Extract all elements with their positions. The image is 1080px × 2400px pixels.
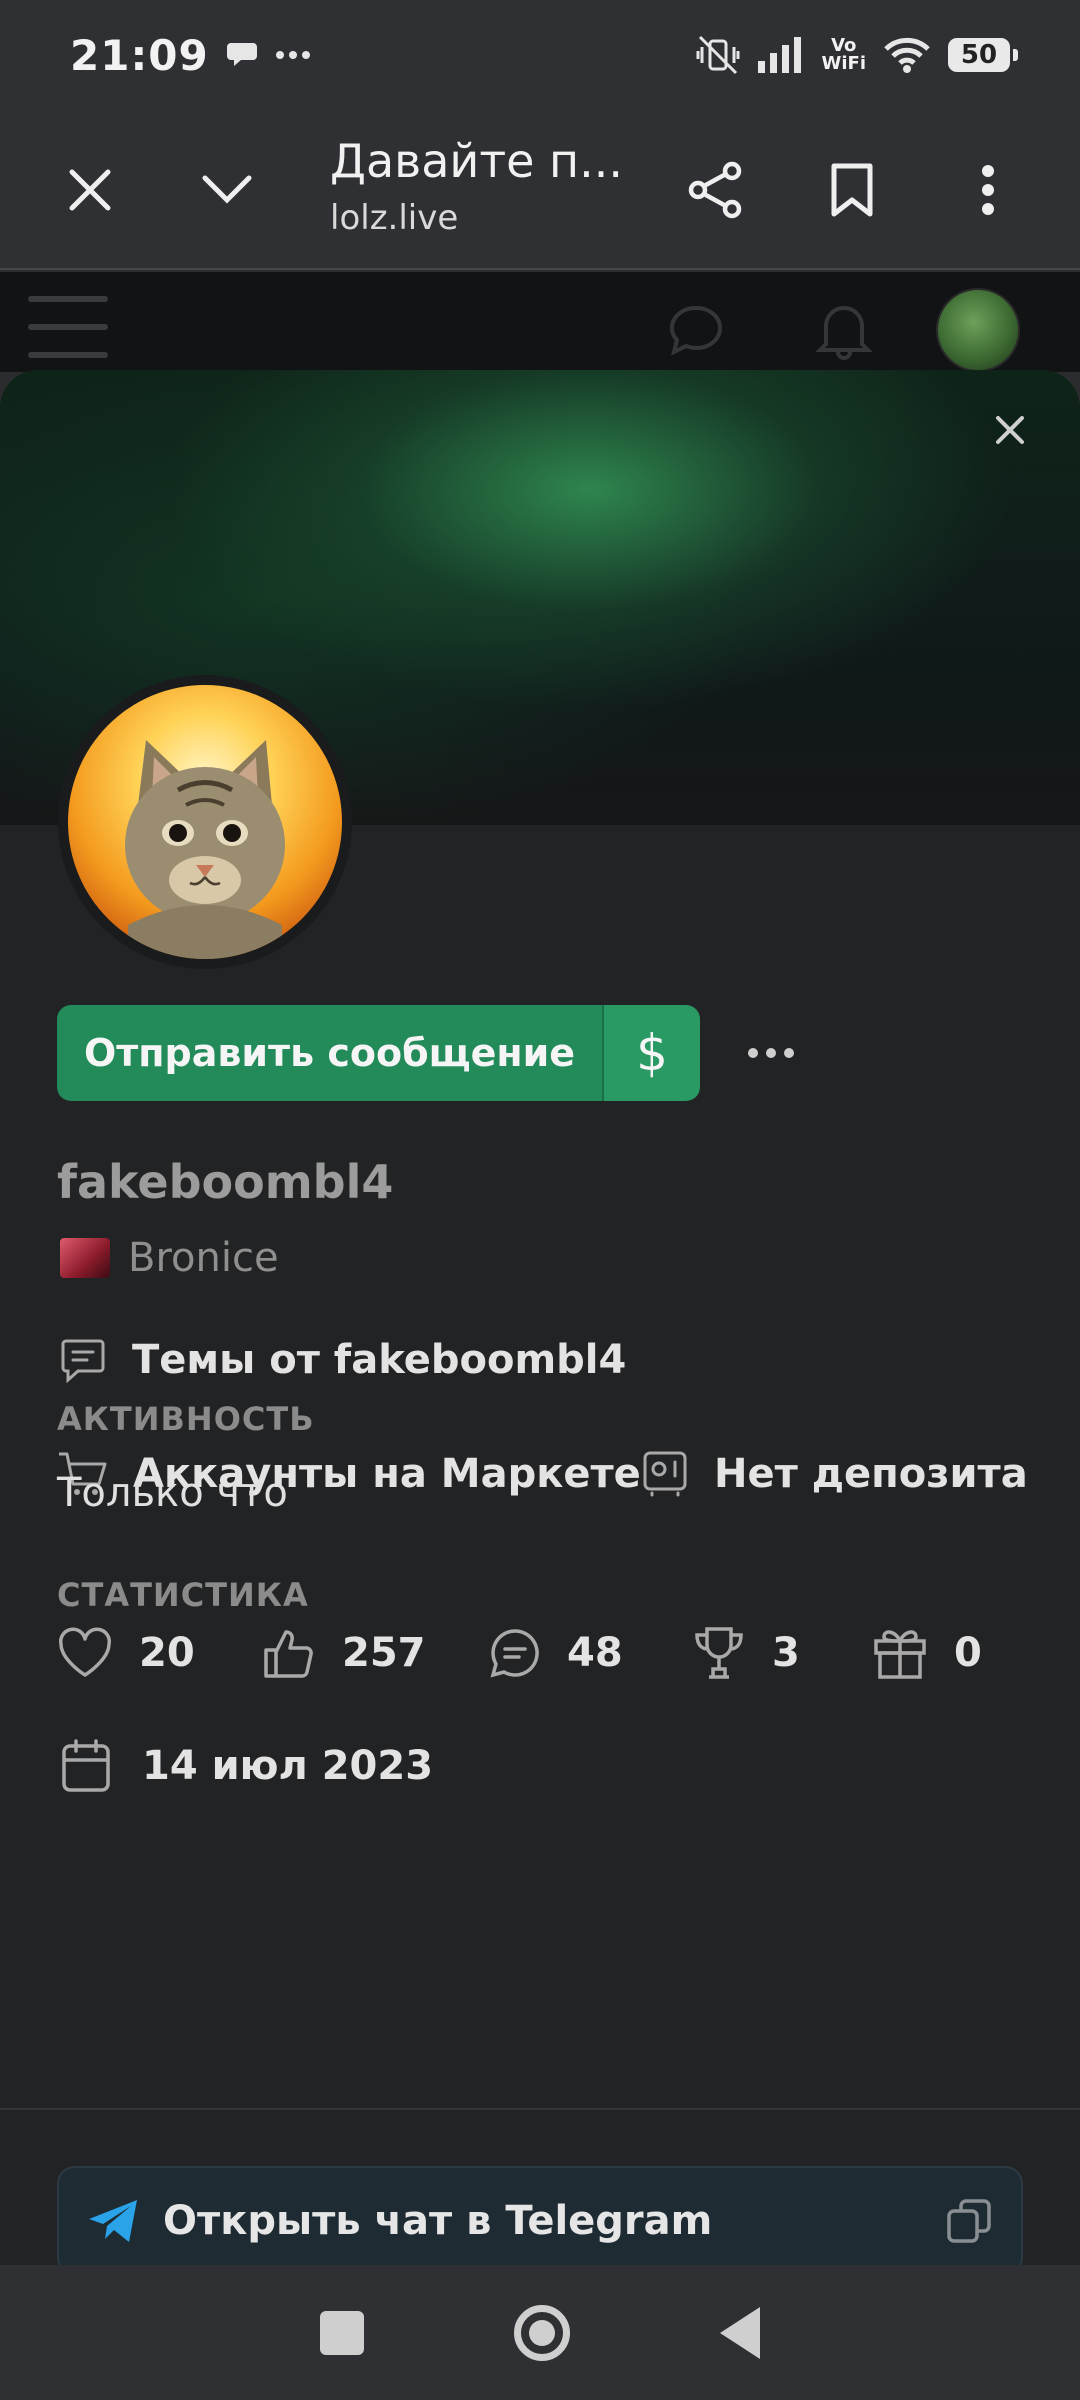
status-time: 21:09	[70, 30, 209, 80]
profile-avatar[interactable]	[68, 685, 342, 959]
page-title: Давайте п...	[330, 134, 623, 188]
dot-icon	[748, 1048, 758, 1058]
send-money-button[interactable]: $	[602, 1005, 700, 1101]
send-message-button[interactable]: Отправить сообщение	[57, 1005, 602, 1101]
status-bar: 21:09 Vo WiFi 50	[0, 0, 1080, 110]
recent-apps-button[interactable]	[320, 2310, 364, 2355]
deposit-status-label: Нет депозита	[714, 1451, 1028, 1497]
back-button[interactable]	[720, 2306, 760, 2359]
chevron-down-icon	[202, 175, 252, 204]
close-tab-button[interactable]	[30, 110, 150, 270]
threads-link-label: Темы от fakeboombl4	[132, 1337, 627, 1383]
wifi-icon	[884, 37, 930, 73]
activity-heading: АКТИВНОСТЬ	[57, 1400, 315, 1438]
page-domain: lolz.live	[330, 198, 459, 238]
share-button[interactable]	[656, 110, 776, 270]
cell-signal-icon	[757, 37, 801, 73]
close-profile-button[interactable]	[980, 400, 1040, 460]
site-header	[0, 272, 1080, 372]
vibrate-off-icon	[696, 35, 739, 75]
stat-likes-value: 20	[139, 1630, 195, 1676]
activity-value: Только что	[57, 1470, 288, 1516]
overflow-menu-button[interactable]	[928, 110, 1048, 270]
system-nav-bar	[0, 2265, 1080, 2400]
stat-likes[interactable]: 20	[57, 1627, 262, 1679]
minimize-button[interactable]	[167, 110, 287, 270]
threads-link[interactable]: Темы от fakeboombl4	[60, 1337, 626, 1383]
cat-avatar-image	[125, 740, 285, 959]
threads-icon	[61, 1339, 105, 1383]
profile-card: Отправить сообщение $ fakeboombl4 Bronic…	[0, 370, 1080, 2270]
stat-trophies-value: 3	[772, 1630, 800, 1676]
more-notifications-icon	[275, 51, 310, 59]
telegram-chat-button[interactable]: Открыть чат в Telegram	[57, 2166, 1023, 2270]
stat-messages-value: 48	[567, 1630, 623, 1676]
telegram-icon	[89, 2200, 137, 2242]
message-icon	[490, 1629, 539, 1678]
share-icon	[688, 161, 742, 219]
section-divider	[0, 2108, 1080, 2110]
stat-thumbs-value: 257	[342, 1630, 426, 1676]
gift-icon	[874, 1630, 926, 1679]
stats-heading: СТАТИСТИКА	[57, 1576, 309, 1614]
dot-icon	[784, 1048, 794, 1058]
rank-badge-icon	[60, 1238, 110, 1278]
hamburger-menu-icon[interactable]	[28, 294, 108, 360]
heart-icon	[59, 1627, 111, 1677]
stat-trophies[interactable]: 3	[692, 1625, 872, 1681]
profile-actions: Отправить сообщение $	[57, 1005, 806, 1101]
profile-avatar-frame	[58, 675, 352, 969]
stats-row: 20 257 48 3 0	[57, 1625, 982, 1681]
page-title-block[interactable]: Давайте п... lolz.live	[330, 134, 630, 238]
vertical-dots-icon	[982, 165, 994, 215]
user-avatar[interactable]	[936, 288, 1020, 372]
thumbs-up-icon	[264, 1630, 313, 1678]
more-actions-button[interactable]	[736, 1005, 806, 1101]
bookmark-button[interactable]	[792, 110, 912, 270]
dot-icon	[766, 1048, 776, 1058]
stat-thumbs[interactable]: 257	[262, 1626, 489, 1680]
stat-messages[interactable]: 48	[489, 1627, 692, 1679]
chat-bubble-notification-icon	[226, 43, 257, 66]
close-icon	[69, 169, 111, 211]
notifications-bell-icon[interactable]	[816, 300, 872, 360]
registration-date: 14 июл 2023	[60, 1738, 433, 1794]
conversations-icon[interactable]	[668, 304, 724, 356]
home-button[interactable]	[514, 2304, 570, 2361]
browser-toolbar: Давайте п... lolz.live	[0, 110, 1080, 270]
rank-label: Bronice	[128, 1235, 279, 1281]
safe-icon	[643, 1451, 687, 1497]
battery-indicator: 50	[948, 38, 1018, 72]
calendar-icon	[62, 1739, 110, 1792]
stat-gifts[interactable]: 0	[872, 1625, 982, 1681]
stat-gifts-value: 0	[954, 1630, 982, 1676]
deposit-status[interactable]: Нет депозита	[642, 1450, 1028, 1498]
registration-date-value: 14 июл 2023	[142, 1743, 434, 1789]
close-icon	[996, 416, 1024, 444]
trophy-icon	[695, 1627, 743, 1679]
username: fakeboombl4	[57, 1155, 394, 1209]
vowifi-indicator: Vo WiFi	[821, 35, 867, 74]
user-rank: Bronice	[60, 1235, 279, 1281]
bookmark-icon	[831, 163, 873, 217]
telegram-chat-label: Открыть чат в Telegram	[163, 2198, 713, 2244]
copy-icon[interactable]	[945, 2197, 993, 2245]
